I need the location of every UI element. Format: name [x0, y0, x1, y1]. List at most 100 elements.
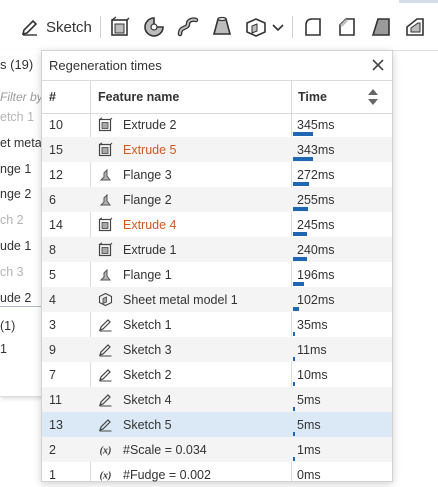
regen-time: 10ms [297, 368, 328, 382]
fillet-icon[interactable] [301, 15, 325, 39]
feature-name: #Fudge = 0.002 [123, 468, 211, 482]
feature-filter-input[interactable]: Filter by [0, 90, 43, 104]
flange-icon [98, 192, 113, 207]
time-bar [293, 257, 307, 261]
feature-number: 7 [49, 368, 56, 382]
table-row[interactable]: 9 Sketch 3 11ms [42, 337, 392, 362]
feature-list-item[interactable]: ude 1 [0, 239, 31, 253]
close-icon[interactable] [371, 58, 385, 72]
sketch-icon [98, 392, 113, 407]
feature-name: Extrude 4 [123, 218, 177, 232]
feature-name: Sketch 1 [123, 318, 172, 332]
time-bar [293, 182, 309, 186]
feature-number: 8 [49, 243, 56, 257]
table-row[interactable]: 8 Extrude 1 240ms [42, 237, 392, 262]
table-row[interactable]: 10 Extrude 2 345ms [42, 112, 392, 137]
table-row[interactable]: 15 Extrude 5 343ms [42, 137, 392, 162]
regen-time: 11ms [297, 343, 327, 357]
shell-icon[interactable] [403, 15, 427, 39]
feature-name: Sketch 5 [123, 418, 172, 432]
regen-time: 240ms [297, 243, 335, 257]
feature-list-item[interactable]: et meta [0, 136, 42, 150]
draft-icon[interactable] [369, 15, 393, 39]
table-row[interactable]: 3 Sketch 1 35ms [42, 312, 392, 337]
sweep-icon[interactable] [176, 15, 200, 39]
feature-list-item[interactable]: ude 2 [0, 291, 31, 305]
feature-list-item[interactable]: ch 2 [0, 213, 24, 227]
regen-time: 35ms [297, 318, 328, 332]
sort-icon[interactable] [367, 88, 379, 106]
feature-list-item[interactable]: nge 1 [0, 162, 31, 176]
feature-name: Sketch 4 [123, 393, 172, 407]
time-bar [293, 332, 295, 336]
chamfer-icon[interactable] [335, 15, 359, 39]
time-bar [293, 207, 308, 211]
feature-list-item[interactable]: (1) [0, 319, 15, 333]
main-toolbar: Sketch [0, 0, 438, 51]
regen-time: 272ms [297, 168, 335, 182]
column-header-number[interactable]: # [49, 90, 56, 104]
feature-list-item[interactable]: nge 2 [0, 187, 31, 201]
feature-number: 9 [49, 343, 56, 357]
table-header: # Feature name Time [42, 80, 392, 114]
flange-icon [98, 267, 113, 282]
svg-text:(x): (x) [100, 446, 112, 457]
feature-number: 10 [49, 118, 63, 132]
feature-number: 12 [49, 168, 63, 182]
feature-name: Sketch 3 [123, 343, 172, 357]
feature-number: 1 [49, 468, 56, 482]
variable-icon: (x) [98, 467, 113, 482]
table-row[interactable]: 13 Sketch 5 5ms [42, 412, 392, 437]
toolbar-divider [100, 16, 101, 38]
feature-number: 11 [49, 393, 62, 407]
column-header-time[interactable]: Time [298, 90, 327, 104]
table-row[interactable]: 6 Flange 2 255ms [42, 187, 392, 212]
feature-number: 13 [49, 418, 63, 432]
feature-list-item[interactable]: ch 3 [0, 265, 24, 279]
toolbar-accent-line [399, 0, 438, 3]
extrude-icon[interactable] [108, 15, 132, 39]
sketch-pencil-icon [21, 19, 38, 36]
regeneration-times-dialog: Regeneration times # Feature name Time 1… [41, 50, 393, 482]
feature-name: #Scale = 0.034 [123, 443, 207, 457]
feature-list-item[interactable]: 1 [0, 342, 7, 356]
regen-time: 5ms [297, 418, 321, 432]
table-row[interactable]: 5 Flange 1 196ms [42, 262, 392, 287]
feature-number: 3 [49, 318, 56, 332]
loft-icon[interactable] [210, 15, 234, 39]
feature-list-panel: s (19) Filter by etch 1 et meta nge 1 ng… [0, 50, 45, 397]
table-row[interactable]: 4 Sheet metal model 1 102ms [42, 287, 392, 312]
table-row[interactable]: 12 Flange 3 272ms [42, 162, 392, 187]
feature-list-item[interactable]: etch 1 [0, 110, 34, 124]
regen-time: 102ms [297, 293, 335, 307]
time-bar [293, 132, 313, 136]
time-bar [293, 382, 295, 386]
table-row[interactable]: 11 Sketch 4 5ms [42, 387, 392, 412]
feature-name: Flange 2 [123, 193, 172, 207]
sketch-icon [98, 367, 113, 382]
table-row[interactable]: 2 (x) #Scale = 0.034 1ms [42, 437, 392, 462]
column-header-feature-name[interactable]: Feature name [98, 90, 179, 104]
variable-icon: (x) [98, 442, 113, 457]
regen-time: 1ms [297, 443, 321, 457]
svg-text:(x): (x) [100, 471, 112, 482]
rollback-bar[interactable] [0, 306, 44, 307]
feature-name: Extrude 2 [123, 118, 177, 132]
table-row[interactable]: 1 (x) #Fudge = 0.002 0ms [42, 462, 392, 487]
revolve-icon[interactable] [142, 15, 166, 39]
regen-time: 245ms [297, 218, 335, 232]
table-row[interactable]: 7 Sketch 2 10ms [42, 362, 392, 387]
chevron-down-icon[interactable] [270, 17, 286, 37]
sketch-button[interactable]: Sketch [20, 14, 92, 40]
table-row[interactable]: 14 Extrude 4 245ms [42, 212, 392, 237]
time-bar [293, 307, 299, 311]
extrude-icon [98, 142, 113, 157]
feature-list-title: s (19) [0, 57, 34, 72]
time-bar [293, 157, 313, 161]
feature-name: Sheet metal model 1 [123, 293, 238, 307]
feature-number: 15 [49, 143, 63, 157]
sheetmetal-icon [98, 292, 113, 307]
sketch-icon [98, 342, 113, 357]
sheet-metal-icon[interactable] [244, 15, 268, 39]
feature-number: 4 [49, 293, 56, 307]
